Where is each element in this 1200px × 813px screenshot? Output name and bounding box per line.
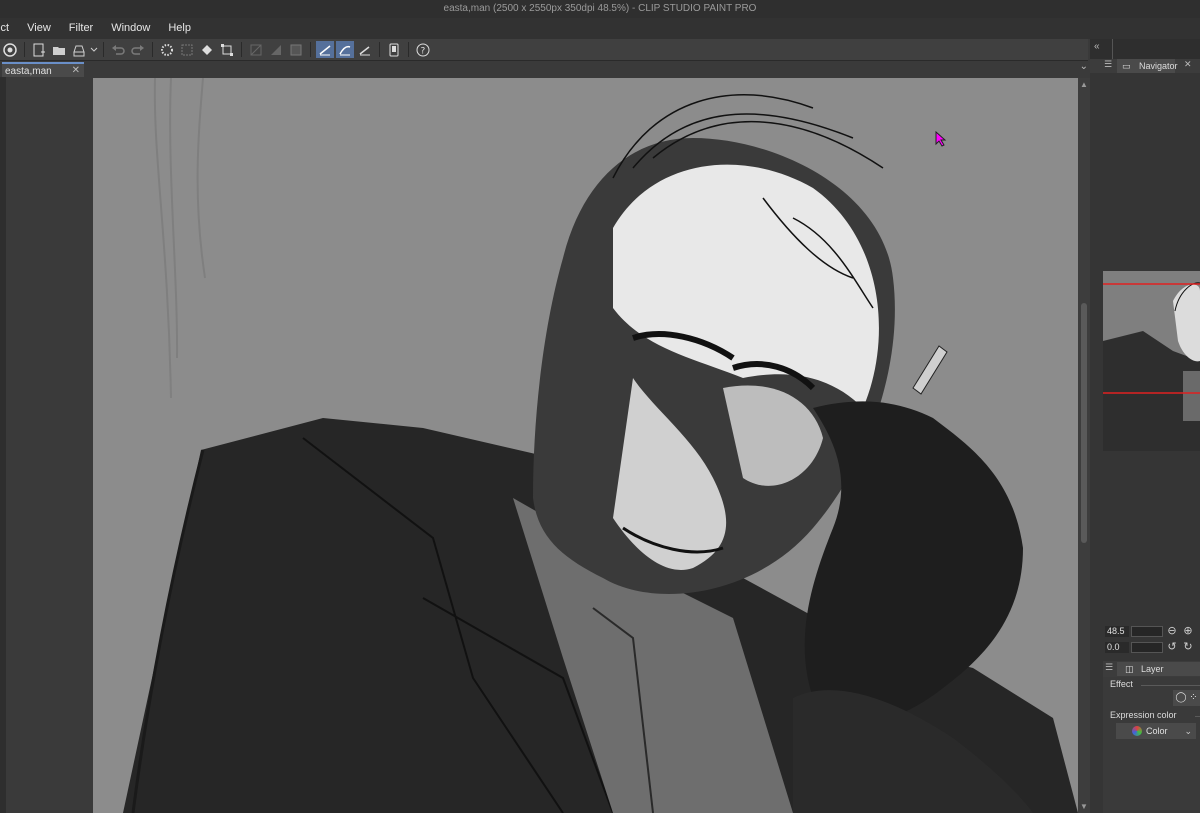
snap-grid-icon[interactable] [356,41,374,58]
navigator-tab-row: ☰ ▭ Navigator ✕ [1090,59,1200,73]
help-icon[interactable]: ? [414,41,432,58]
save-icon[interactable] [70,41,88,58]
redo-icon[interactable] [129,41,147,58]
close-icon[interactable]: ✕ [72,63,80,78]
effect-divider [1141,685,1200,686]
open-icon[interactable] [50,41,68,58]
undo-icon[interactable] [109,41,127,58]
toolbar-separator [24,42,25,57]
toolbar-separator [103,42,104,57]
scrollbar-thumb[interactable] [1081,303,1087,543]
menu-filter[interactable]: Filter [60,18,102,39]
navigator-controls: 48.5 ⊖ ⊕ 0.0 ↺ ↻ [1103,625,1200,655]
effect-label: Effect [1110,679,1133,689]
dropdown-icon[interactable] [90,41,98,58]
loading-icon[interactable] [158,41,176,58]
svg-text:?: ? [421,46,426,56]
hide-selection-icon[interactable] [247,41,265,58]
right-dock: « ☰ ▭ Navigator ✕ 48.5 ⊖ ⊕ 0.0 ↺ ↻ ☰ ◫ L… [1090,39,1200,813]
document-tab-bar: easta,man ✕ ⌄ [0,61,1092,77]
invert-icon[interactable] [287,41,305,58]
layer-property-icon: ◫ [1125,664,1134,674]
menu-help[interactable]: Help [159,18,200,39]
clip-studio-icon[interactable] [1,41,19,58]
transform-icon[interactable] [218,41,236,58]
menu-bar: lect View Filter Window Help [0,18,1200,39]
scroll-down-icon[interactable]: ▼ [1080,802,1088,811]
document-tab-label: easta,man [5,66,52,77]
menu-window[interactable]: Window [102,18,159,39]
window-title: easta,man (2500 x 2550px 350dpi 48.5%) -… [443,3,757,14]
clear-icon[interactable] [178,41,196,58]
layer-property-tab-row: ☰ ◫ Layer Property [1103,661,1200,688]
panel-menu-icon[interactable]: ☰ [1104,59,1112,70]
menu-select[interactable]: lect [0,18,18,39]
panel-divider [1112,39,1113,59]
menu-view[interactable]: View [18,18,60,39]
zoom-slider[interactable] [1131,626,1163,637]
scroll-up-icon[interactable]: ▲ [1080,80,1088,89]
color-wheel-icon [1132,726,1142,736]
navigator-icon: ▭ [1122,61,1131,71]
tab-navigator[interactable]: ▭ Navigator [1117,59,1178,73]
toolbar-separator [241,42,242,57]
window-title-bar: easta,man (2500 x 2550px 350dpi 48.5%) -… [0,0,1200,18]
canvas-vertical-scrollbar[interactable]: ▲ ▼ [1078,78,1090,813]
navigator-preview[interactable] [1103,271,1200,451]
toolbar-separator [408,42,409,57]
toolbar-separator [310,42,311,57]
navigator-tab-label: Navigator [1139,61,1178,71]
expression-color-select[interactable]: Color ⌄ [1116,723,1196,739]
navigator-thumbnail [1103,271,1200,451]
rotate-left-icon[interactable]: ↺ [1166,641,1178,653]
artwork-sketch [123,78,1078,813]
snap-special-ruler-icon[interactable] [336,41,354,58]
document-tab[interactable]: easta,man ✕ [2,62,84,77]
collapse-panel-icon[interactable]: « [1094,41,1100,52]
border-effect-button[interactable]: ◯ ⁘ [1173,690,1200,706]
toolbar-separator [379,42,380,57]
close-icon[interactable]: ✕ [1184,59,1192,70]
layer-property-panel: Effect ◯ ⁘ Expression color Color ⌄ [1103,677,1200,813]
device-icon[interactable] [385,41,403,58]
chevron-down-icon[interactable]: ⌄ [1080,61,1088,72]
expression-color-value: Color [1146,726,1168,736]
rotation-slider[interactable] [1131,642,1163,653]
zoom-in-icon[interactable]: ⊕ [1182,625,1194,637]
crop-icon[interactable] [267,41,285,58]
chevron-down-icon: ⌄ [1184,726,1192,736]
tab-layer-property[interactable]: ◫ Layer Property [1117,662,1200,688]
zoom-field[interactable]: 48.5 [1105,626,1129,637]
left-dock-edge [0,77,6,813]
new-document-icon[interactable] [30,41,48,58]
pointer-cursor-icon [935,131,947,147]
expression-color-label: Expression color [1110,710,1177,720]
panel-header: « [1090,39,1200,59]
rotate-right-icon[interactable]: ↻ [1182,641,1194,653]
toolbar-separator [152,42,153,57]
snap-ruler-icon[interactable] [316,41,334,58]
expression-divider [1195,716,1200,717]
left-dock [0,77,93,813]
zoom-out-icon[interactable]: ⊖ [1166,625,1178,637]
fill-icon[interactable] [198,41,216,58]
drawing-canvas[interactable] [93,78,1078,813]
rotation-field[interactable]: 0.0 [1105,642,1129,653]
command-bar: ? [0,39,1088,61]
panel-menu-icon[interactable]: ☰ [1105,662,1113,673]
